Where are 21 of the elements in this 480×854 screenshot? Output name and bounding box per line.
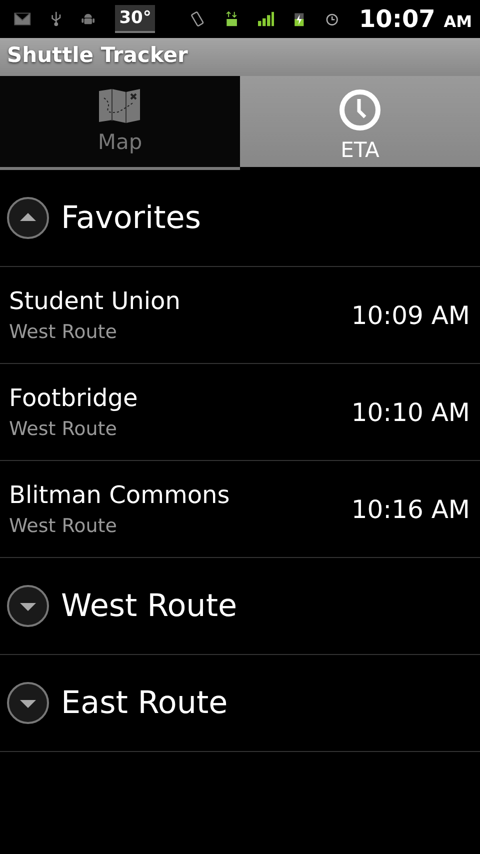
clock-icon — [338, 88, 382, 132]
route-name: West Route — [9, 418, 118, 440]
group-header[interactable]: Favorites — [0, 170, 480, 267]
group-header[interactable]: West Route — [0, 558, 480, 655]
route-name: West Route — [9, 515, 118, 537]
stop-row[interactable]: Blitman Commons West Route 10:16 AM — [0, 461, 480, 558]
group-header[interactable]: East Route — [0, 655, 480, 752]
temperature-badge: 30° — [115, 5, 156, 33]
tab[interactable]: Map — [0, 76, 240, 170]
stop-name: Blitman Commons — [9, 481, 231, 509]
stop-row[interactable]: Footbridge West Route 10:10 AM — [0, 364, 480, 461]
route-name: West Route — [9, 321, 118, 343]
folded-map-icon — [98, 88, 142, 124]
stop-row[interactable]: Student Union West Route 10:09 AM — [0, 267, 480, 364]
eta-time: 10:10 AM — [351, 398, 470, 426]
clock-time: 10:07 AM — [358, 5, 472, 33]
eta-time: 10:16 AM — [351, 494, 470, 524]
eta-time: 10:09 AM — [351, 300, 470, 330]
app-title: Shuttle Tracker — [7, 43, 188, 67]
stop-name: Footbridge — [9, 384, 139, 412]
stop-name: Student Union — [9, 287, 182, 315]
